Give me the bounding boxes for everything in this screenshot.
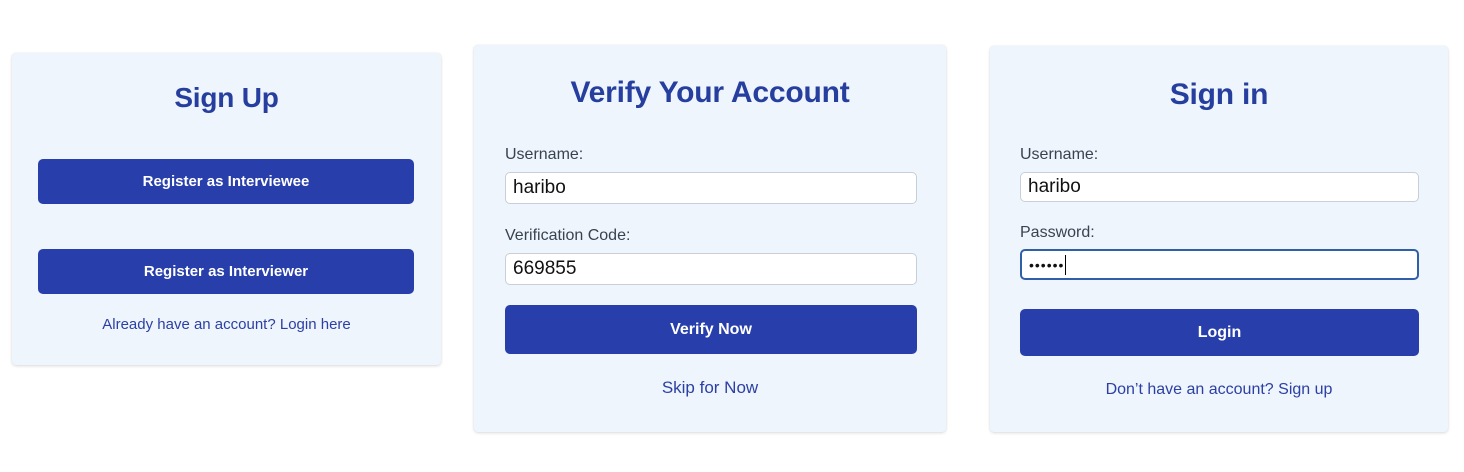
verification-code-input[interactable]: 669855	[505, 253, 917, 285]
skip-for-now-link[interactable]: Skip for Now	[474, 378, 946, 398]
signup-card: Sign Up Register as Interviewee Register…	[12, 53, 441, 365]
verify-username-input[interactable]: haribo	[505, 172, 917, 204]
password-value: ••••••	[1029, 256, 1065, 273]
password-input[interactable]: ••••••	[1020, 249, 1419, 280]
verify-username-label: Username:	[505, 146, 584, 163]
verify-title: Verify Your Account	[570, 76, 850, 109]
signin-card: Sign in Username: haribo Password: •••••…	[990, 46, 1448, 432]
signin-username-label: Username:	[1020, 146, 1099, 163]
signup-title: Sign Up	[174, 82, 279, 113]
register-interviewee-button[interactable]: Register as Interviewee	[38, 159, 414, 204]
signin-title: Sign in	[1169, 78, 1269, 111]
verification-code-label: Verification Code:	[505, 227, 631, 244]
password-label: Password:	[1020, 224, 1095, 241]
verification-code-value: 669855	[513, 258, 577, 279]
text-caret	[1065, 254, 1067, 275]
page: Sign Up Register as Interviewee Register…	[0, 0, 1464, 472]
signin-username-value: haribo	[1028, 176, 1081, 197]
verify-now-button[interactable]: Verify Now	[505, 305, 917, 354]
signin-username-input[interactable]: haribo	[1020, 172, 1419, 202]
register-interviewer-button[interactable]: Register as Interviewer	[38, 249, 414, 294]
login-here-link[interactable]: Already have an account? Login here	[12, 316, 441, 333]
verify-username-value: haribo	[513, 177, 566, 198]
login-button[interactable]: Login	[1020, 309, 1419, 356]
sign-up-link[interactable]: Don’t have an account? Sign up	[990, 381, 1448, 399]
verify-card: Verify Your Account Username: haribo Ver…	[474, 45, 946, 432]
